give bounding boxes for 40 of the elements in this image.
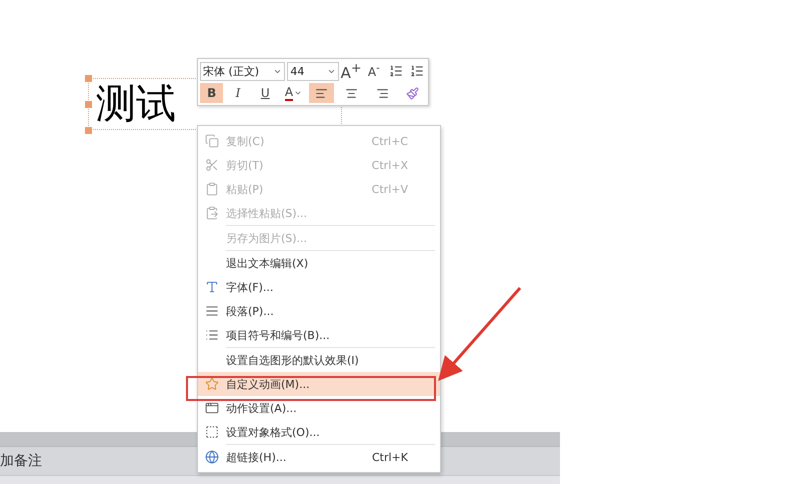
clipboard-icon bbox=[205, 206, 219, 220]
font-size-dropdown[interactable]: 44 bbox=[287, 62, 339, 80]
menu-item[interactable]: 设置对象格式(O)... bbox=[198, 420, 440, 444]
menu-item[interactable]: 项目符号和编号(B)... bbox=[198, 323, 440, 347]
paintbrush-icon bbox=[406, 86, 419, 100]
notes-label[interactable]: 加备注 bbox=[0, 452, 42, 470]
line-spacing-icon bbox=[410, 64, 424, 78]
resize-handle[interactable] bbox=[85, 101, 92, 108]
caret-icon bbox=[294, 89, 302, 97]
align-right-icon bbox=[376, 86, 389, 100]
star-icon bbox=[205, 377, 219, 391]
window-icon bbox=[205, 401, 219, 415]
clipboard-icon bbox=[205, 182, 219, 196]
align-center-icon bbox=[344, 86, 358, 100]
align-left-icon bbox=[315, 86, 328, 100]
menu-item[interactable]: 设置自选图形的默认效果(I) bbox=[198, 348, 440, 372]
menu-item[interactable]: 自定义动画(M)... bbox=[198, 372, 440, 396]
dashed-square-icon bbox=[205, 425, 219, 439]
shrink-font-button[interactable]: A$^{-}$ bbox=[363, 61, 384, 81]
font-color-button[interactable]: A bbox=[280, 83, 308, 103]
resize-handle[interactable] bbox=[85, 75, 92, 82]
menu-item[interactable]: 退出文本编辑(X) bbox=[198, 251, 440, 275]
bold-button[interactable]: B bbox=[200, 83, 224, 103]
paragraph-icon bbox=[205, 304, 219, 318]
globe-icon bbox=[205, 450, 219, 464]
grow-font-button[interactable]: A$^{+}$ bbox=[340, 61, 362, 81]
resize-handle[interactable] bbox=[85, 127, 92, 134]
italic-button[interactable]: I bbox=[225, 83, 251, 103]
slide-text: 测试 bbox=[96, 80, 176, 128]
line-spacing-icon bbox=[388, 64, 403, 78]
underline-button[interactable]: U bbox=[252, 83, 278, 103]
align-left-button[interactable] bbox=[309, 83, 334, 103]
scissors-icon bbox=[205, 158, 219, 172]
font-icon bbox=[205, 280, 219, 294]
copy-icon bbox=[205, 134, 219, 148]
menu-item[interactable]: 超链接(H)... Ctrl+K bbox=[198, 445, 440, 469]
font-name-dropdown[interactable]: 宋体 (正文) bbox=[200, 62, 286, 80]
menu-item[interactable]: 动作设置(A)... bbox=[198, 396, 440, 420]
menu-item[interactable]: 段落(P)... bbox=[198, 299, 440, 323]
menu-item[interactable]: 字体(F)... bbox=[198, 275, 440, 299]
